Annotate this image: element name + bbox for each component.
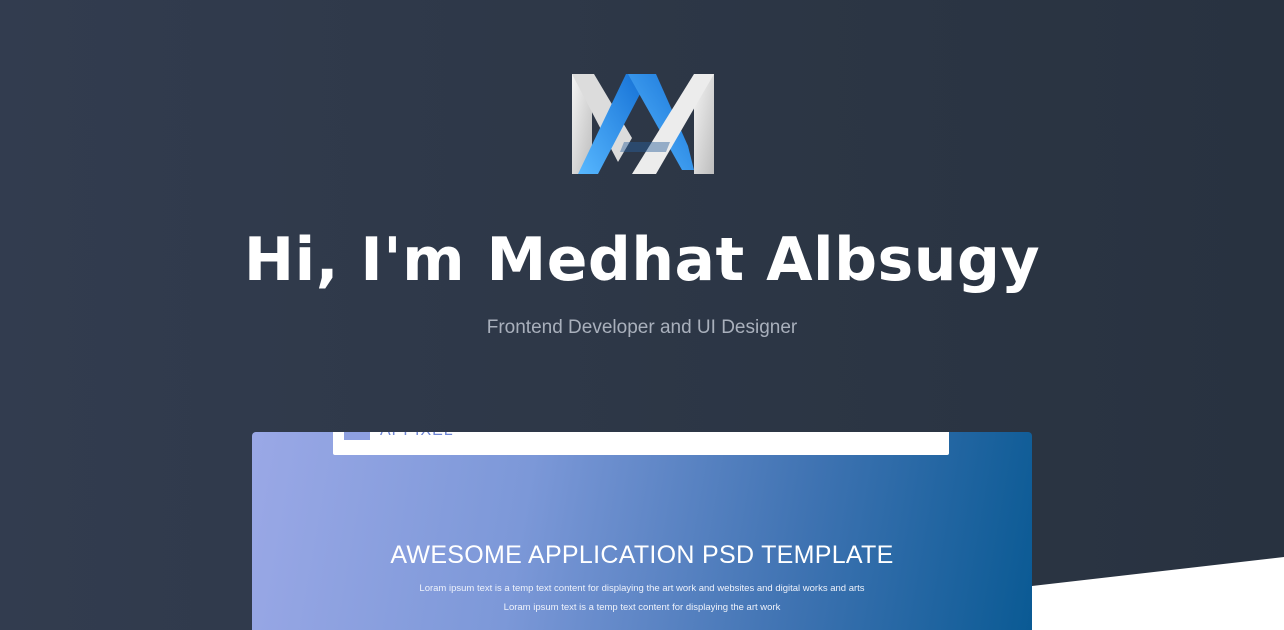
preview-navbar: APPIXEL <box>333 432 949 455</box>
preview-brand: APPIXEL <box>380 432 454 441</box>
hero-subtitle: Frontend Developer and UI Designer <box>486 317 798 338</box>
project-preview-image[interactable]: APPIXEL AWESOME APPLICATION PSD TEMPLATE… <box>252 432 1032 630</box>
preview-heading: AWESOME APPLICATION PSD TEMPLATE <box>390 541 894 569</box>
hero-title: Hi, I'm Medhat Albsugy <box>243 225 1041 295</box>
preview-text-line-1: Loram ipsum text is a temp text content … <box>419 583 865 594</box>
preview-text-line-2: Loram ipsum text is a temp text content … <box>503 602 781 613</box>
ma-monogram-logo-icon <box>572 74 714 174</box>
preview-logo-icon <box>344 432 370 440</box>
